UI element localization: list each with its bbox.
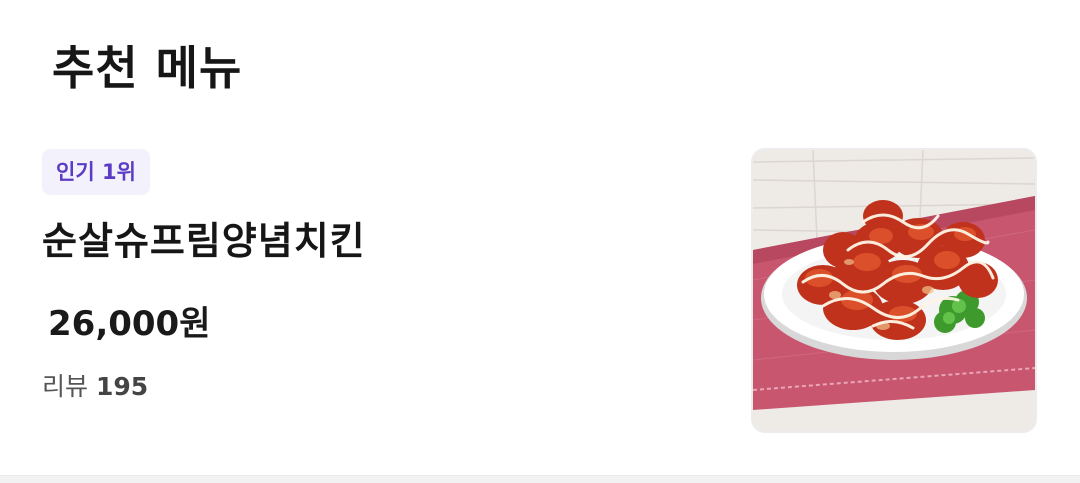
menu-name[interactable]: 순살슈프림양념치킨 xyxy=(42,214,366,268)
review-info: 리뷰 195 xyxy=(42,368,148,406)
menu-item-card[interactable]: 인기 1위 순살슈프림양념치킨 26,000원 리뷰 195 xyxy=(0,130,1080,470)
popularity-badge: 인기 1위 xyxy=(42,149,150,195)
menu-price: 26,000원 xyxy=(48,304,211,344)
review-count: 195 xyxy=(95,372,149,401)
section-title: 추천 메뉴 xyxy=(52,41,243,95)
review-label: 리뷰 xyxy=(42,372,89,401)
menu-image[interactable] xyxy=(751,148,1037,433)
food-photo-icon xyxy=(753,150,1035,431)
